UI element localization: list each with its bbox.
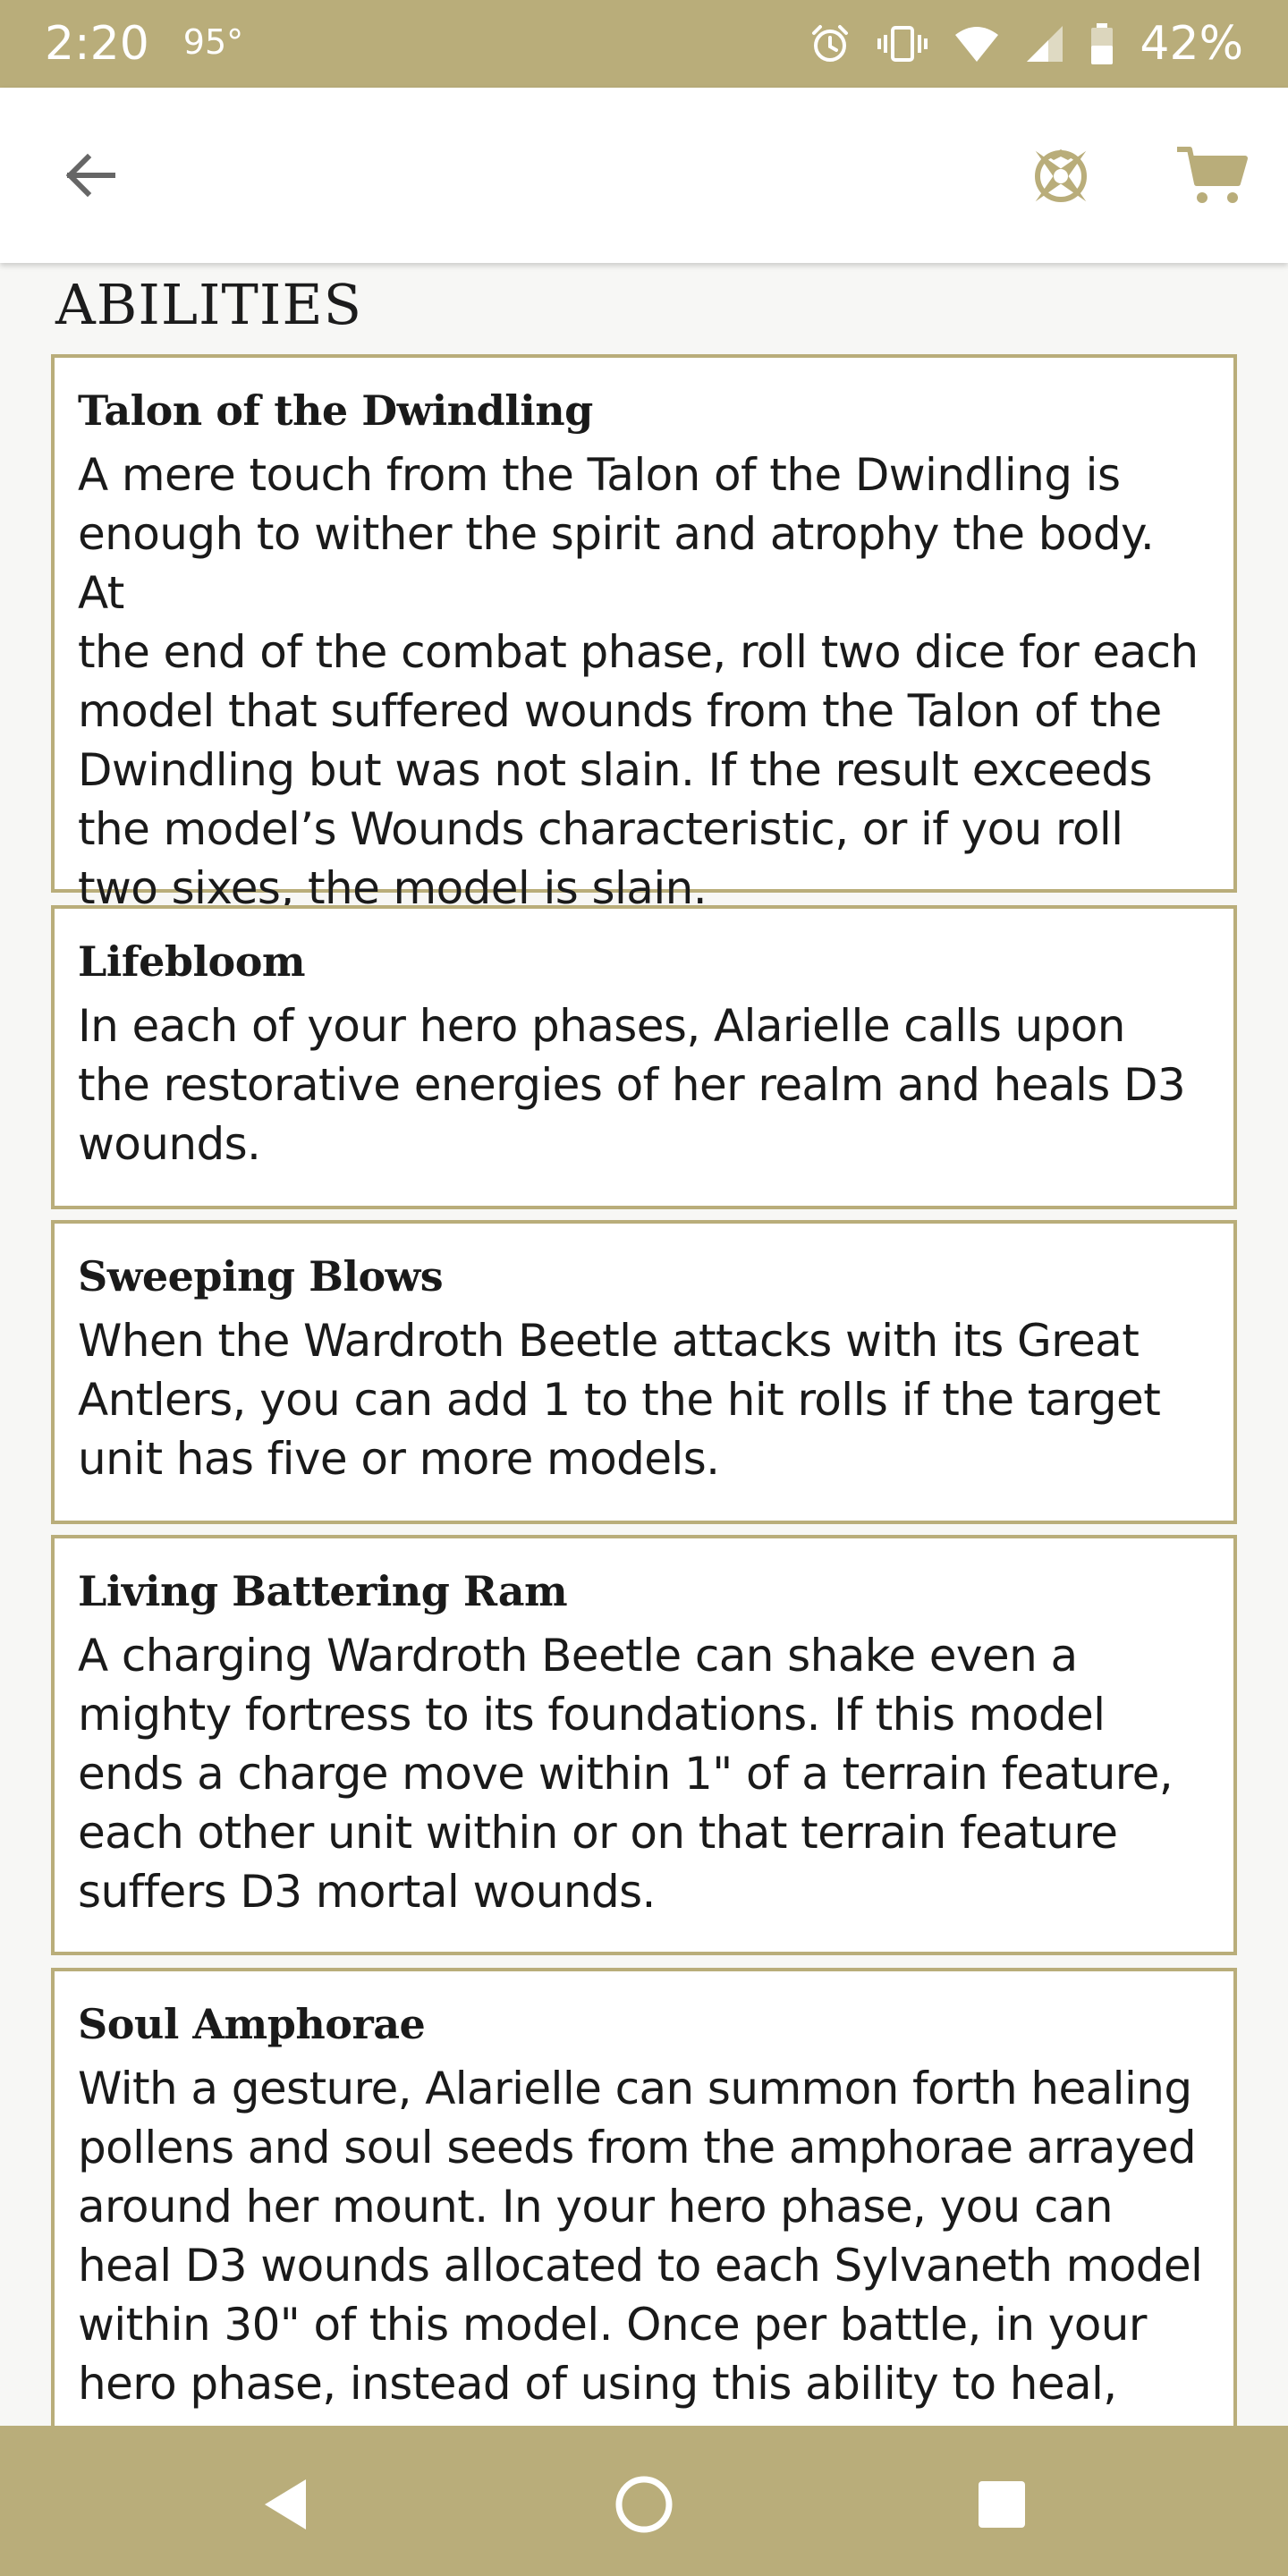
text-line: hero phase, instead of using this abilit… <box>78 2358 1117 2410</box>
text-line: each other unit within or on that terrai… <box>78 1807 1118 1859</box>
cart-button[interactable] <box>1172 137 1252 217</box>
ability-description: With a gesture, Alarielle can summon for… <box>78 2059 1210 2413</box>
ability-description: A charging Wardroth Beetle can shake eve… <box>78 1626 1210 1921</box>
ability-name: Talon of the Dwindling <box>78 386 593 435</box>
content-scroll-area[interactable]: ABILITIES Talon of the Dwindling A mere … <box>0 263 1288 2426</box>
text-line: mighty fortress to its foundations. If t… <box>78 1689 1106 1741</box>
ability-card: Talon of the Dwindling A mere touch from… <box>51 354 1237 914</box>
ability-card: Sweeping Blows When the Wardroth Beetle … <box>51 1220 1237 1524</box>
text-line: A charging Wardroth Beetle can shake eve… <box>78 1630 1078 1682</box>
nav-home-button[interactable] <box>608 2470 680 2542</box>
wifi-icon <box>953 24 1000 64</box>
status-time: 2:20 <box>45 17 149 71</box>
text-line: the model’s Wounds characteristic, or if… <box>78 803 1123 855</box>
ability-description: A mere touch from the Talon of the Dwind… <box>78 445 1210 918</box>
ability-name: Lifebloom <box>78 937 306 986</box>
ability-card: Soul Amphorae With a gesture, Alarielle … <box>51 1968 1237 2426</box>
navigation-bar <box>0 2426 1288 2576</box>
text-line: A mere touch from the Talon of the Dwind… <box>78 449 1121 501</box>
text-line: unit has five or more models. <box>78 1433 720 1485</box>
cart-icon <box>1175 144 1249 210</box>
alarm-icon <box>809 22 852 65</box>
arrow-left-icon <box>61 147 118 208</box>
text-line: enough to wither the spirit and atrophy … <box>78 508 1155 619</box>
text-line: around her mount. In your hero phase, yo… <box>78 2181 1114 2233</box>
ability-card: Living Battering Ram A charging Wardroth… <box>51 1535 1237 1955</box>
status-icons: 42% <box>809 17 1243 71</box>
battery-percentage: 42% <box>1140 17 1243 71</box>
ability-description: When the Wardroth Beetle attacks with it… <box>78 1311 1210 1488</box>
nav-back-icon <box>259 2476 313 2537</box>
text-line: When the Wardroth Beetle attacks with it… <box>78 1315 1140 1367</box>
text-line: wounds. <box>78 1118 261 1170</box>
ability-name: Sweeping Blows <box>78 1252 444 1301</box>
text-line: the restorative energies of her realm an… <box>78 1059 1186 1111</box>
text-line: pollens and soul seeds from the amphorae… <box>78 2122 1197 2174</box>
text-line: model that suffered wounds from the Talo… <box>78 685 1162 737</box>
compass-icon <box>1021 137 1100 219</box>
status-temperature: 95° <box>182 22 244 62</box>
ability-description: In each of your hero phases, Alarielle c… <box>78 996 1210 1174</box>
ability-name: Living Battering Ram <box>78 1567 568 1615</box>
ability-card: Lifebloom In each of your hero phases, A… <box>51 905 1237 1209</box>
text-line: Dwindling but was not slain. If the resu… <box>78 744 1152 796</box>
signal-icon <box>1025 24 1064 64</box>
text-line: With a gesture, Alarielle can summon for… <box>78 2063 1192 2114</box>
nav-recent-button[interactable] <box>966 2470 1038 2542</box>
ability-name: Soul Amphorae <box>78 2000 426 2048</box>
text-line: within 30" of this model. Once per battl… <box>78 2299 1147 2351</box>
text-line: heal D3 wounds allocated to each Sylvane… <box>78 2240 1203 2292</box>
vibrate-icon <box>877 22 928 65</box>
battery-icon <box>1089 22 1114 65</box>
text-line: In each of your hero phases, Alarielle c… <box>78 1000 1125 1052</box>
text-line: ends a charge move within 1" of a terrai… <box>78 1748 1174 1800</box>
nav-recent-icon <box>976 2479 1028 2534</box>
section-title: ABILITIES <box>55 272 363 337</box>
compass-button[interactable] <box>1020 137 1102 219</box>
nav-home-icon <box>613 2473 675 2539</box>
nav-back-button[interactable] <box>250 2470 322 2542</box>
text-line: the end of the combat phase, roll two di… <box>78 626 1199 678</box>
status-bar: 2:20 95° 42% <box>0 0 1288 88</box>
back-button[interactable] <box>54 141 125 213</box>
text-line: suffers D3 mortal wounds. <box>78 1866 656 1918</box>
app-bar <box>0 88 1288 263</box>
text-line: Antlers, you can add 1 to the hit rolls … <box>78 1374 1161 1426</box>
